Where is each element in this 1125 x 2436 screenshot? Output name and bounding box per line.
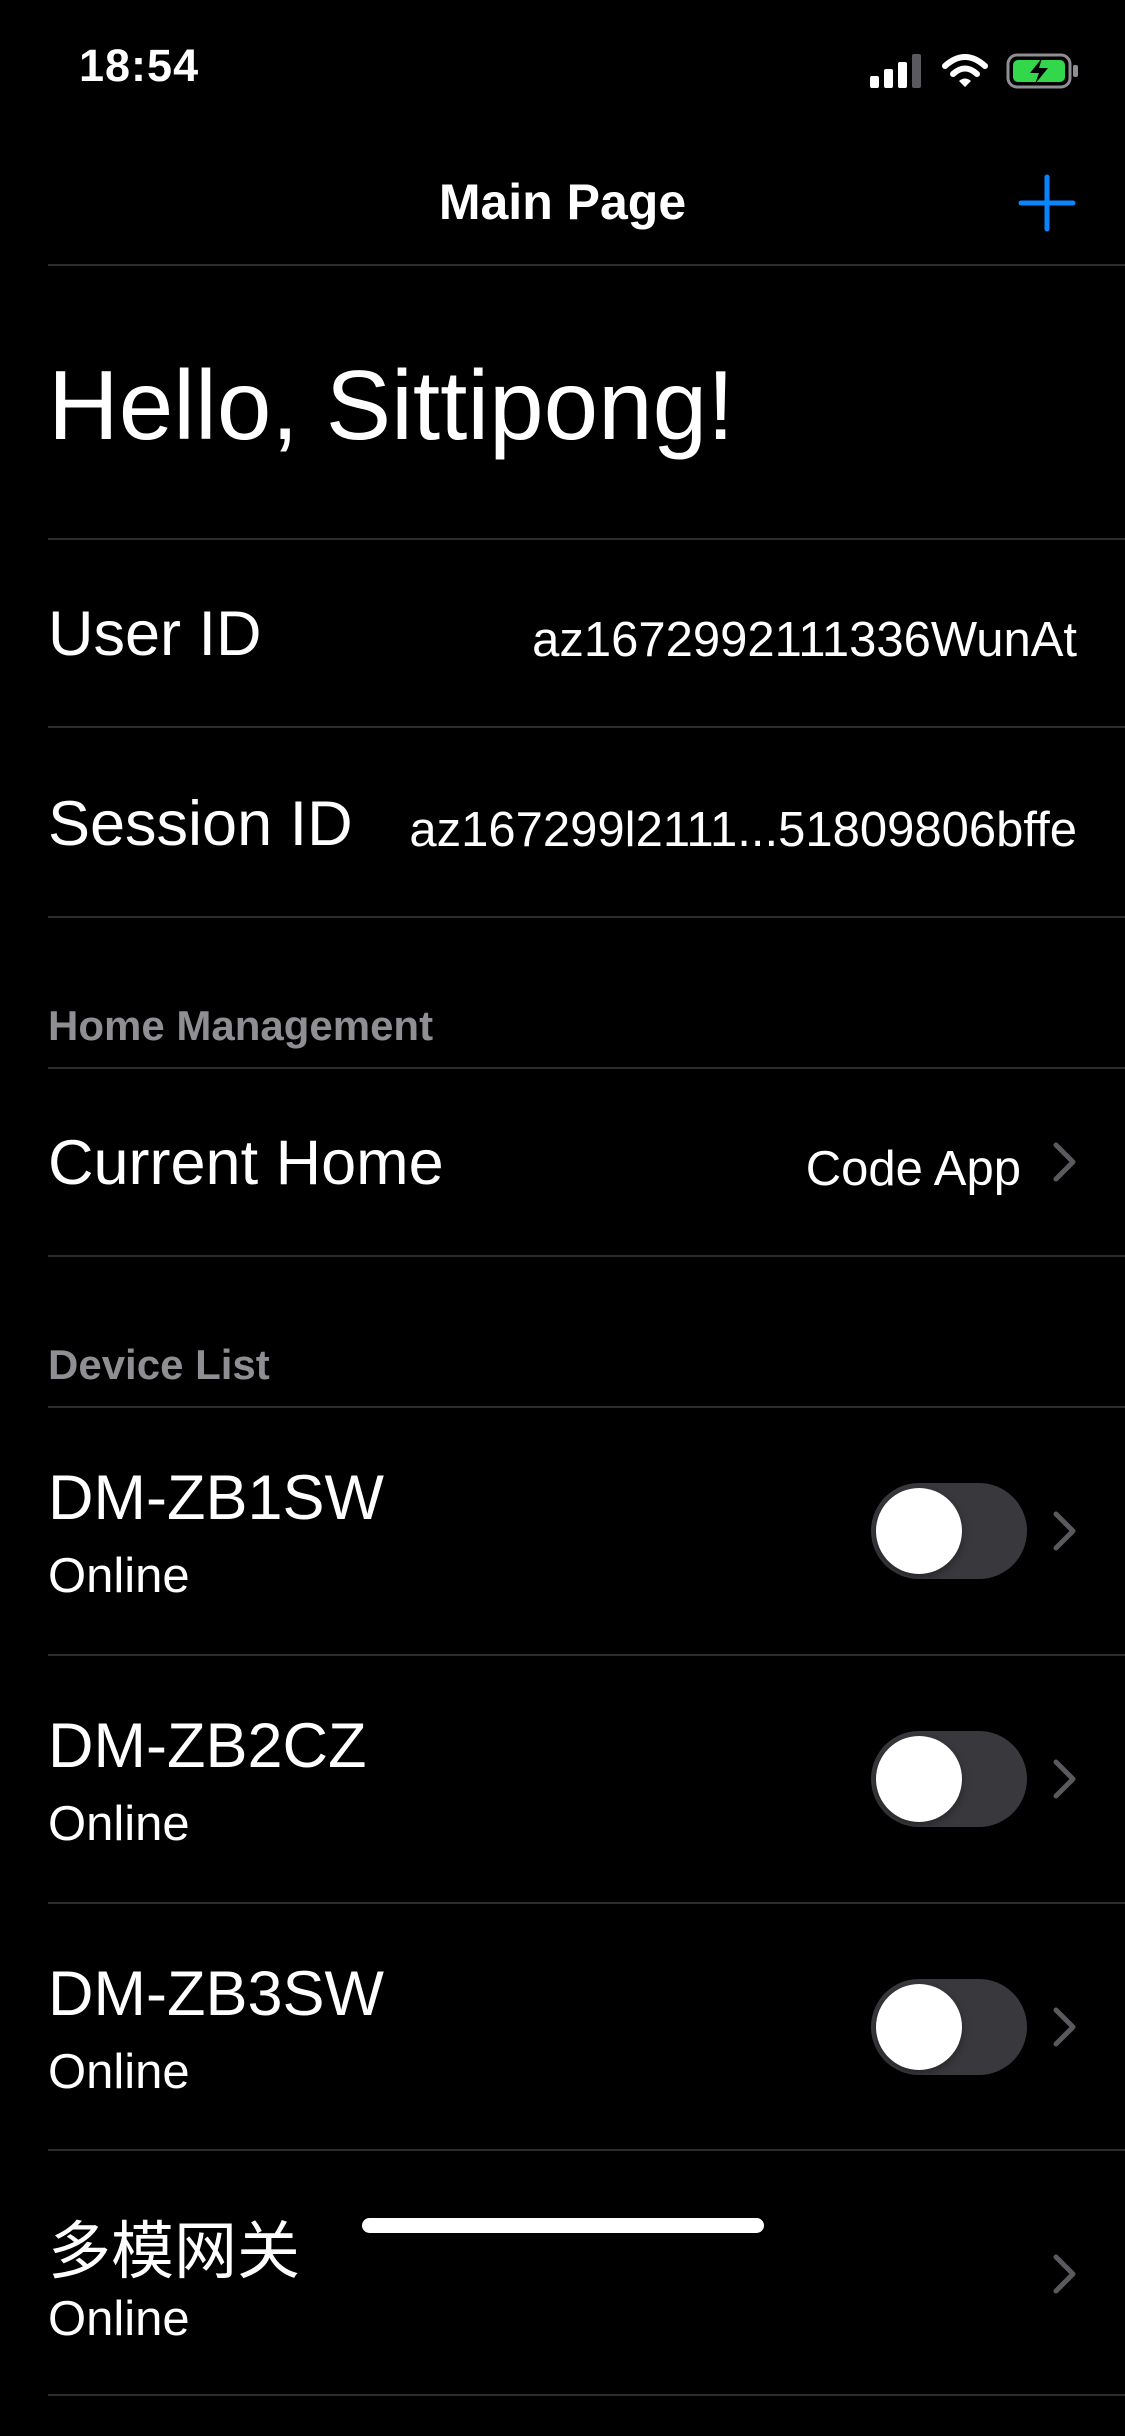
device-name: 多模网关 (48, 2217, 300, 2287)
device-power-toggle[interactable] (871, 1731, 1027, 1827)
chevron-right-icon (1053, 1511, 1076, 1551)
current-home-label: Current Home (48, 1128, 444, 1198)
toggle-knob (876, 1488, 962, 1574)
divider (48, 2394, 1125, 2396)
session-id-label: Session ID (48, 789, 353, 859)
wifi-icon (942, 53, 988, 87)
current-home-row[interactable]: Current Home Code App (0, 1069, 1125, 1255)
device-name: DM-ZB1SW (48, 1463, 384, 1533)
divider (48, 1255, 1125, 1257)
session-id-row: Session ID az167299l2111...51809806bffe (0, 728, 1125, 916)
status-bar: 18:54 (0, 0, 1125, 135)
greeting-title: Hello, Sittipong! (48, 350, 735, 460)
device-name: DM-ZB3SW (48, 1959, 384, 2029)
chevron-right-icon (1053, 2254, 1076, 2294)
device-status: Online (48, 2045, 190, 2099)
device-status: Online (48, 1549, 190, 1603)
battery-charging-icon (1006, 53, 1078, 88)
current-home-value: Code App (805, 1142, 1021, 1196)
status-icons (870, 48, 1080, 93)
divider (48, 264, 1125, 266)
plus-icon (1018, 174, 1076, 232)
user-id-label: User ID (48, 599, 262, 669)
navigation-bar: Main Page (0, 135, 1125, 265)
toggle-knob (876, 1984, 962, 2070)
device-status: Online (48, 2292, 190, 2346)
device-row-dm-zb1sw[interactable]: DM-ZB1SW Online (0, 1408, 1125, 1654)
device-status: Online (48, 1797, 190, 1851)
chevron-right-icon (1053, 1142, 1076, 1182)
nav-title: Main Page (438, 174, 687, 230)
device-power-toggle[interactable] (871, 1483, 1027, 1579)
device-row-dm-zb2cz[interactable]: DM-ZB2CZ Online (0, 1656, 1125, 1902)
home-management-header: Home Management (48, 1002, 434, 1049)
device-list-header: Device List (48, 1341, 270, 1388)
toggle-knob (876, 1736, 962, 1822)
chevron-right-icon (1053, 2007, 1076, 2047)
device-name: DM-ZB2CZ (48, 1711, 367, 1781)
device-power-toggle[interactable] (871, 1979, 1027, 2075)
signal-icon (870, 53, 921, 88)
user-id-row: User ID az1672992111336WunAt (0, 540, 1125, 726)
divider (48, 916, 1125, 918)
device-row-gateway[interactable]: 多模网关 Online (0, 2151, 1125, 2396)
user-id-value: az1672992111336WunAt (532, 613, 1077, 667)
add-button[interactable] (1017, 173, 1077, 233)
status-time: 18:54 (79, 40, 200, 91)
device-row-dm-zb3sw[interactable]: DM-ZB3SW Online (0, 1904, 1125, 2149)
session-id-value: az167299l2111...51809806bffe (409, 803, 1077, 857)
chevron-right-icon (1053, 1759, 1076, 1799)
home-indicator[interactable] (362, 2218, 764, 2233)
